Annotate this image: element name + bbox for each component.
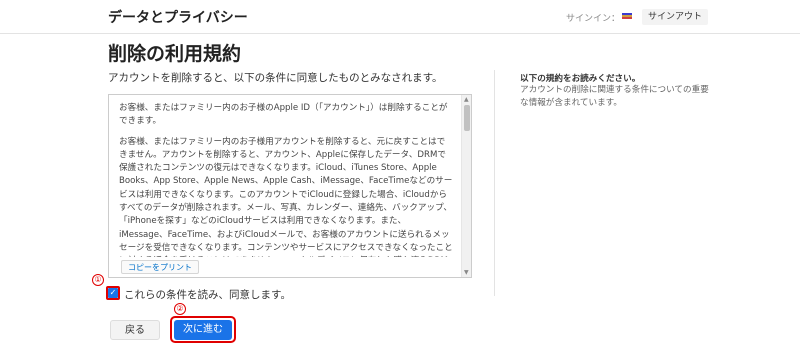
terms-scrollbar[interactable]: ▲ ▼ [461,95,471,277]
scrollbar-thumb[interactable] [464,105,470,131]
agree-checkbox[interactable]: ✓ [108,288,118,298]
app-title: データとプライバシー [108,10,248,26]
top-bar: データとプライバシー サインイン： サインアウト [0,0,800,34]
next-button[interactable]: 次に進む [174,320,232,340]
signin-label: サインイン： [566,14,621,24]
terms-paragraph: お客様、またはファミリー内のお子様のApple ID（「アカウント」）は削除する… [119,103,448,127]
intro-text: アカウントを削除すると、以下の条件に同意したものとみなされます。 [108,72,443,84]
back-button[interactable]: 戻る [110,320,160,340]
sidebar-title: 以下の規約をお読みください。 [520,74,641,84]
terms-paragraph: お客様、またはファミリー内のお子様用アカウントを削除すると、元に戻すことはできま… [119,136,453,257]
scroll-down-arrow-icon[interactable]: ▼ [464,269,469,276]
annotation-marker-1: ① [92,274,104,286]
print-copy-button[interactable]: コピーをプリント [121,260,199,274]
flag-icon [622,13,632,19]
sidebar-text: アカウントの削除に関連する条件についての重要な情報が含まれています。 [520,85,709,108]
terms-content: お客様、またはファミリー内のお子様のApple ID（「アカウント」）は削除する… [109,95,461,257]
annotation-marker-2: ② [174,303,186,315]
page-title: 削除の利用規約 [108,43,242,65]
scroll-up-arrow-icon[interactable]: ▲ [464,96,469,103]
signout-button[interactable]: サインアウト [642,9,709,25]
terms-box[interactable]: お客様、またはファミリー内のお子様のApple ID（「アカウント」）は削除する… [108,94,472,278]
agree-checkbox-label[interactable]: これらの条件を読み、同意します。 [124,287,291,302]
column-divider [494,70,495,296]
